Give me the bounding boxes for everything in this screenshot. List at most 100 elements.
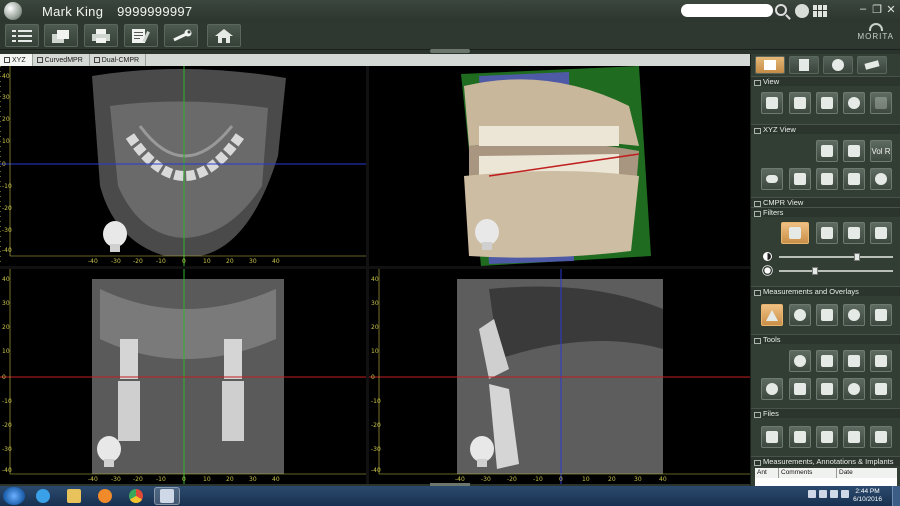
files-save-button[interactable] xyxy=(870,426,892,448)
home-icon xyxy=(215,28,233,43)
annotate-tool-button[interactable] xyxy=(870,304,892,326)
tray-flag-icon[interactable] xyxy=(808,490,816,498)
box-tool-button[interactable] xyxy=(816,378,838,400)
section-filters-header[interactable]: Filters xyxy=(751,207,900,217)
layout-button[interactable] xyxy=(44,24,78,47)
angle-tool-button[interactable] xyxy=(843,304,865,326)
xyz-compass-button[interactable] xyxy=(843,168,865,190)
view-disabled-button[interactable] xyxy=(870,92,892,114)
ruler-tool-button[interactable] xyxy=(816,304,838,326)
taskbar-internet-explorer[interactable] xyxy=(30,487,56,505)
tray-network-icon[interactable] xyxy=(819,490,827,498)
filter-smooth-button[interactable] xyxy=(843,222,865,244)
contrast-track[interactable] xyxy=(779,253,893,261)
taskbar-imaging-app[interactable] xyxy=(154,487,180,505)
close-button[interactable]: ✕ xyxy=(884,3,898,16)
files-import-button[interactable] xyxy=(761,426,783,448)
search-icon[interactable] xyxy=(775,4,787,16)
xyz-link-button[interactable] xyxy=(761,168,783,190)
export-icon xyxy=(794,431,806,443)
pan-tool-button[interactable] xyxy=(789,304,811,326)
axes-icon xyxy=(821,173,833,185)
section-annotations-header[interactable]: Measurements, Annotations & Implants xyxy=(751,456,900,466)
view-zoom-button[interactable] xyxy=(843,92,865,114)
section-view-header[interactable]: View xyxy=(751,76,900,86)
xyz-axes-button[interactable] xyxy=(816,168,838,190)
tray-power-icon[interactable] xyxy=(841,490,849,498)
people-icon[interactable] xyxy=(795,4,809,18)
section-tools-header[interactable]: Tools xyxy=(751,334,900,344)
xyz-rotate3d-button[interactable] xyxy=(870,168,892,190)
brightness-slider[interactable] xyxy=(763,266,897,276)
cube-tool-button[interactable] xyxy=(870,378,892,400)
cylinder-tool-button[interactable] xyxy=(816,350,838,372)
pointer-tool-button[interactable] xyxy=(761,304,783,326)
segment-tool-button[interactable] xyxy=(843,378,865,400)
show-desktop-button[interactable] xyxy=(892,486,900,506)
xyz-slab-button[interactable] xyxy=(789,168,811,190)
panel-tab-info[interactable] xyxy=(823,56,853,74)
home-button[interactable] xyxy=(207,24,241,47)
taskbar-media-player[interactable] xyxy=(92,487,118,505)
print-button[interactable] xyxy=(84,24,118,47)
xyz-reset-button[interactable] xyxy=(816,140,838,162)
files-upload-button[interactable] xyxy=(816,426,838,448)
section-files-header[interactable]: Files xyxy=(751,408,900,418)
contrast-slider[interactable] xyxy=(763,252,897,262)
annotations-table-body[interactable] xyxy=(755,478,897,486)
section-cmpr-view-header[interactable]: CMPR View xyxy=(751,197,900,207)
vol-r-button[interactable]: Vol R xyxy=(870,140,892,162)
nerve-tool-button[interactable] xyxy=(789,350,811,372)
airway-icon xyxy=(848,355,860,367)
slab-icon xyxy=(794,173,806,185)
column-ant[interactable]: Ant xyxy=(755,468,779,478)
coronal-viewport[interactable]: 40 30 20 10 0 -10 -20 -30 -40 -40 -30 -2… xyxy=(0,269,366,484)
section-xyz-view-header[interactable]: XYZ View xyxy=(751,124,900,134)
taskbar-chrome[interactable] xyxy=(123,487,149,505)
cylinder-icon xyxy=(821,355,833,367)
tab-dual-cmpr[interactable]: Dual-CMPR xyxy=(90,54,147,66)
airway-tool-button[interactable] xyxy=(843,350,865,372)
start-button[interactable] xyxy=(3,487,25,505)
app-logo[interactable] xyxy=(4,2,22,20)
column-date[interactable]: Date xyxy=(837,468,897,478)
filter-preset-button[interactable] xyxy=(781,222,809,244)
taskbar-file-explorer[interactable] xyxy=(61,487,87,505)
tray-volume-icon[interactable] xyxy=(830,490,838,498)
view-film-button[interactable] xyxy=(816,92,838,114)
brightness-track[interactable] xyxy=(779,267,893,275)
view-rotate-button[interactable] xyxy=(761,92,783,114)
model-tool-button[interactable] xyxy=(789,378,811,400)
filter-edge-button[interactable] xyxy=(870,222,892,244)
settings-button[interactable] xyxy=(164,24,198,47)
toolbar-collapse-handle[interactable] xyxy=(430,49,470,53)
panel-tab-cut[interactable] xyxy=(789,56,819,74)
view-image-button[interactable] xyxy=(789,92,811,114)
section-measurements-header[interactable]: Measurements and Overlays xyxy=(751,286,900,296)
scale-x-label: -20 xyxy=(507,476,517,483)
filter-sharpen-button[interactable] xyxy=(816,222,838,244)
implant-tool-button[interactable] xyxy=(761,378,783,400)
grid-icon[interactable] xyxy=(813,5,827,17)
contrast-thumb[interactable] xyxy=(853,253,860,261)
brightness-thumb[interactable] xyxy=(812,267,819,275)
tab-xyz[interactable]: XYZ xyxy=(0,54,33,66)
patient-search-input[interactable] xyxy=(681,4,773,17)
files-download-button[interactable] xyxy=(843,426,865,448)
patient-list-button[interactable] xyxy=(5,24,39,47)
patient-name: Mark King xyxy=(42,3,104,19)
axial-viewport[interactable]: 40 30 20 10 0 -10 -20 -30 -40 -40 -30 -2… xyxy=(0,66,366,266)
volume-render-viewport[interactable] xyxy=(369,66,750,266)
column-comments[interactable]: Comments xyxy=(779,468,837,478)
xyz-snapshot-button[interactable] xyxy=(843,140,865,162)
panel-tab-view[interactable] xyxy=(755,56,785,74)
camera-tool-button[interactable] xyxy=(870,350,892,372)
restore-button[interactable]: ❐ xyxy=(870,3,884,16)
files-export-button[interactable] xyxy=(789,426,811,448)
taskbar-clock[interactable]: 2:44 PM 6/10/2016 xyxy=(853,488,882,504)
sagittal-viewport[interactable]: 40 30 20 10 0 -10 -20 -30 -40 -40 -30 -2… xyxy=(369,269,750,484)
minimize-button[interactable]: ‒ xyxy=(856,3,870,15)
tab-curved-mpr[interactable]: CurvedMPR xyxy=(33,54,90,66)
report-button[interactable] xyxy=(124,24,158,47)
panel-tab-tools[interactable] xyxy=(857,56,887,74)
